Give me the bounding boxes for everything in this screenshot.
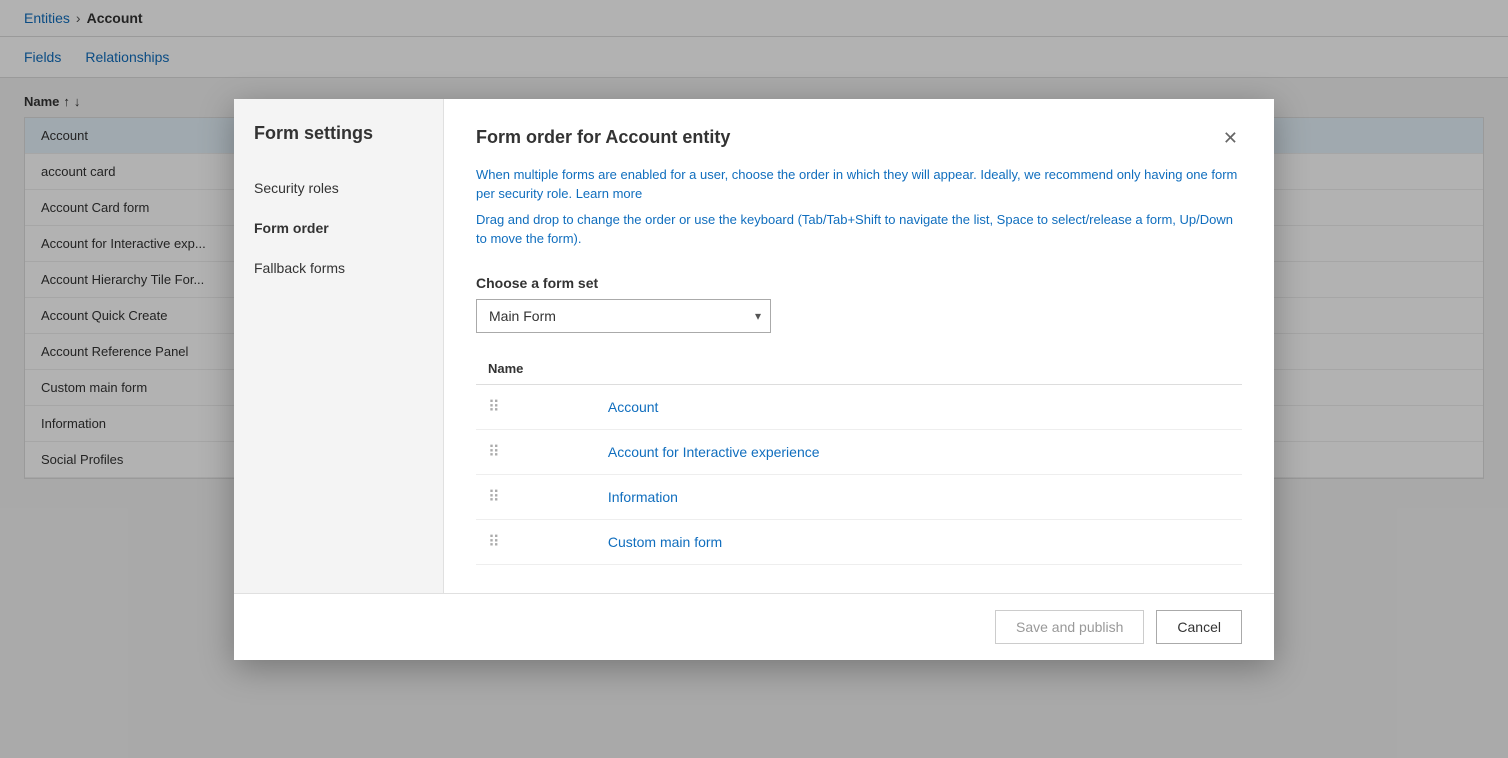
drag-handle-icon[interactable]: ⠿ [488,399,508,416]
desc-text-2: Drag and drop to change the order or use… [476,212,1233,247]
form-name-cell: Custom main form [596,519,1242,564]
drag-handle-icon[interactable]: ⠿ [488,489,508,506]
form-order-table: Name ⠿ Account ⠿ Account for Interactive… [476,353,1242,565]
sidebar-item-security-roles[interactable]: Security roles [234,168,443,208]
modal-footer: Save and publish Cancel [234,593,1274,660]
modal-title: Form order for Account entity [476,127,730,148]
form-set-label: Choose a form set [476,275,1242,291]
table-row: ⠿ Account for Interactive experience [476,429,1242,474]
modal-sidebar-title: Form settings [234,123,443,168]
form-set-dropdown-wrapper: Main Form Quick Create Card ▾ [476,299,771,333]
cancel-button[interactable]: Cancel [1156,610,1242,644]
drag-handle-icon[interactable]: ⠿ [488,444,508,461]
form-name-cell: Account for Interactive experience [596,429,1242,474]
form-name-cell: Account [596,384,1242,429]
table-header-name: Name [476,353,1242,385]
modal-sidebar: Form settings Security roles Form order … [234,99,444,593]
table-row: ⠿ Account [476,384,1242,429]
table-row: ⠿ Information [476,474,1242,519]
modal-overlay: Form settings Security roles Form order … [0,0,1508,758]
modal-description: When multiple forms are enabled for a us… [476,165,1242,204]
sidebar-item-fallback-forms[interactable]: Fallback forms [234,248,443,288]
modal-main-content: Form order for Account entity ✕ When mul… [444,99,1274,593]
form-settings-modal: Form settings Security roles Form order … [234,99,1274,660]
learn-more-link[interactable]: Learn more [576,186,642,201]
table-row: ⠿ Custom main form [476,519,1242,564]
close-button[interactable]: ✕ [1219,127,1242,149]
sidebar-item-form-order[interactable]: Form order [234,208,443,248]
save-and-publish-button[interactable]: Save and publish [995,610,1144,644]
modal-body: Form settings Security roles Form order … [234,99,1274,593]
modal-header-row: Form order for Account entity ✕ [476,127,1242,149]
drag-handle-icon[interactable]: ⠿ [488,534,508,551]
form-name-cell: Information [596,474,1242,519]
form-set-dropdown[interactable]: Main Form Quick Create Card [476,299,771,333]
modal-description-2: Drag and drop to change the order or use… [476,210,1242,249]
